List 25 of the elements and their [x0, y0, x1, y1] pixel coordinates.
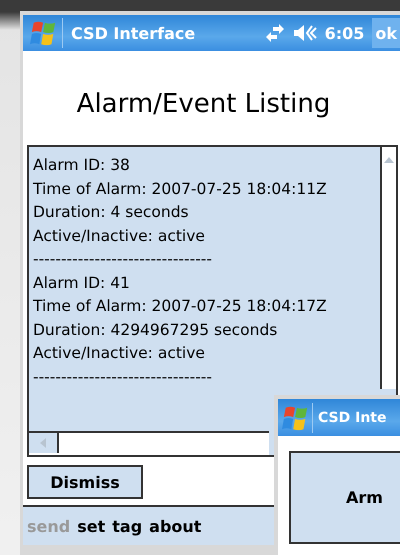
menu-item[interactable]: set	[77, 516, 106, 536]
list-line: Active/Inactive: active	[33, 226, 205, 246]
horizontal-scrollbar[interactable]	[29, 431, 269, 455]
list-line: Alarm ID: 41	[33, 272, 130, 294]
alarm-list[interactable]	[27, 145, 398, 457]
list-line: Time of Alarm: 2007-07-25 18:04:17Z	[33, 296, 327, 317]
window-title: CSD Inte	[318, 410, 386, 426]
list-line: Active/Inactive: active	[33, 343, 205, 364]
menu-item[interactable]: tag	[112, 516, 142, 536]
list-line: Alarm ID: 38	[33, 155, 130, 176]
speaker-icon	[292, 24, 317, 42]
arm-button[interactable]: Arm	[289, 451, 400, 544]
windows-flag-icon	[30, 19, 58, 47]
list-line: --------------------------------	[33, 249, 212, 270]
clock-time: 6:05	[324, 24, 364, 42]
page-heading: Alarm/Event Listing	[76, 88, 332, 121]
vertical-scrollbar[interactable]	[380, 147, 396, 389]
list-line: Duration: 4 seconds	[33, 202, 189, 223]
list-line: Duration: 4294967295 seconds	[33, 320, 278, 340]
dismiss-button[interactable]: Dismiss	[27, 465, 143, 499]
window-title: CSD Interface	[71, 24, 196, 42]
connectivity-icon	[264, 24, 285, 42]
list-line: --------------------------------	[33, 366, 212, 388]
list-line: Time of Alarm: 2007-07-25 18:04:11Z	[33, 178, 327, 200]
menu-item[interactable]: about	[149, 516, 202, 536]
